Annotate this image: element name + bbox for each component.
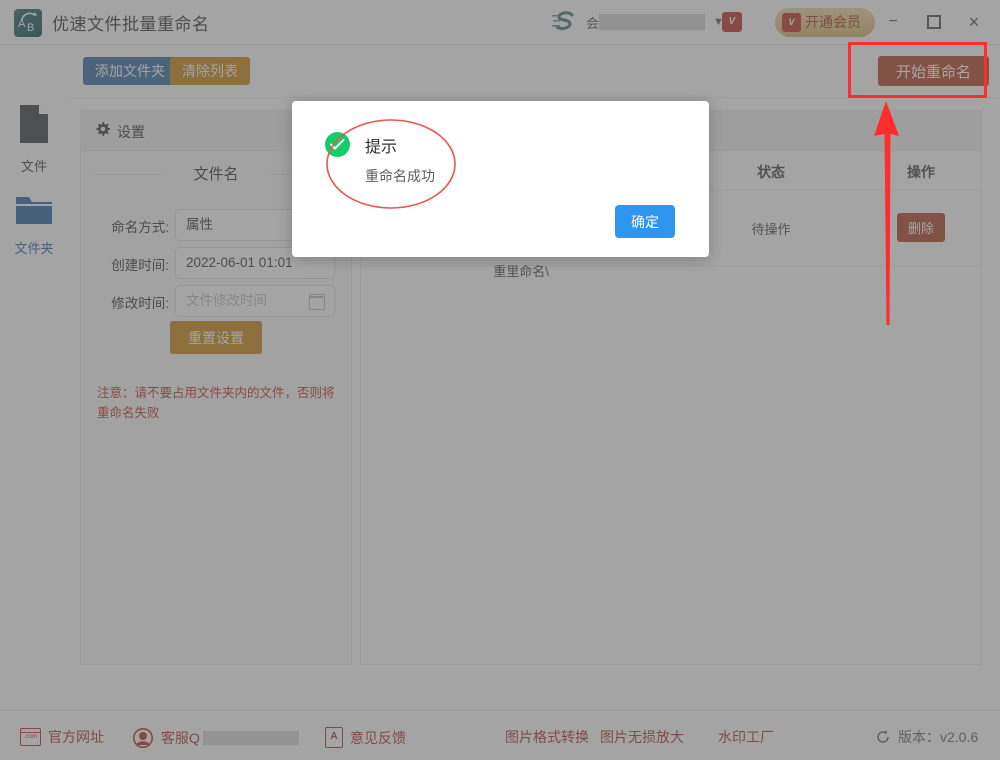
version-info[interactable]: 版本：v2.0.6 — [875, 727, 978, 747]
headset-icon — [133, 728, 153, 748]
settings-header-label: 设置 — [117, 124, 145, 140]
bottom-bar: .com 官方网址 客服Q A 意见反馈 图片格式转换 图片无损放大 水印工厂 … — [0, 710, 1000, 760]
delete-row-button[interactable]: 删除 — [896, 213, 945, 242]
settings-warning-note: 注意：请不要占用文件夹内的文件，否则将重命名失败 — [97, 386, 335, 420]
add-folder-button[interactable]: 添加文件夹 — [83, 57, 177, 85]
version-label: 版本：v2.0.6 — [898, 729, 979, 745]
feedback-label: 意见反馈 — [350, 729, 406, 746]
sidebar-item-folders-label: 文件夹 — [14, 241, 54, 256]
file-icon — [20, 105, 48, 143]
link-image-upscale[interactable]: 图片无损放大 — [600, 727, 684, 747]
open-vip-button[interactable]: V 开通会员 — [775, 8, 875, 37]
app-logo-icon: A B — [14, 9, 42, 37]
brand-s-logo-icon — [552, 11, 574, 30]
vip-badge-icon: V — [722, 12, 742, 32]
sidebar: 文件 文件夹 — [0, 45, 68, 710]
maximize-button[interactable] — [922, 10, 946, 34]
account-label: 会 — [586, 15, 600, 31]
feedback-link[interactable]: A 意见反馈 — [325, 727, 406, 748]
message-dialog: 提示 重命名成功 确定 — [292, 101, 709, 257]
reset-settings-button[interactable]: 重置设置 — [170, 321, 262, 354]
website-icon: .com — [20, 728, 41, 746]
link-image-format-convert[interactable]: 图片格式转换 — [505, 727, 589, 747]
close-button[interactable]: × — [962, 10, 986, 34]
sidebar-item-files-label: 文件 — [20, 159, 47, 174]
open-vip-label: 开通会员 — [805, 14, 861, 30]
gear-icon — [96, 122, 110, 136]
icon-letter-a: A — [18, 18, 26, 30]
maximize-icon — [927, 15, 941, 29]
dialog-confirm-button[interactable]: 确定 — [615, 205, 675, 238]
refresh-icon — [877, 730, 889, 743]
pdf-icon: A — [325, 727, 343, 748]
customer-service-label: 客服Q — [161, 730, 200, 746]
icon-letter-b: B — [27, 22, 35, 34]
folder-icon — [16, 197, 52, 224]
row-action-cell: 删除 — [861, 213, 981, 242]
customer-service-link[interactable]: 客服Q — [132, 727, 299, 749]
dialog-message: 重命名成功 — [365, 168, 435, 184]
success-check-icon — [325, 132, 350, 157]
title-bar: A B 优速文件批量重命名 会 ▼ V V 开通会员 − × — [0, 0, 1000, 45]
minimize-button[interactable]: − — [881, 10, 905, 34]
link-watermark-factory[interactable]: 水印工厂 — [718, 727, 774, 747]
field-modify-time-label: 修改时间: — [111, 296, 169, 311]
column-header-action: 操作 — [907, 164, 935, 180]
app-title: 优速文件批量重命名 — [52, 15, 210, 34]
official-site-link[interactable]: .com 官方网址 — [20, 727, 104, 747]
modify-time-input[interactable]: 文件修改时间 — [175, 285, 335, 317]
application-window: A B 优速文件批量重命名 会 ▼ V V 开通会员 − × 文件 文件夹 添加… — [0, 0, 1000, 760]
account-selector[interactable]: 会 ▼ — [586, 12, 724, 32]
field-naming-method-label: 命名方式: — [111, 220, 169, 235]
account-name-redacted — [599, 14, 706, 30]
dialog-title: 提示 — [365, 139, 398, 156]
calendar-icon — [308, 294, 325, 310]
toolbar: 添加文件夹 清除列表 开始重命名 — [68, 45, 1000, 98]
qq-number-redacted — [202, 731, 299, 745]
field-modify-time: 修改时间: 文件修改时间 — [81, 285, 351, 317]
sidebar-item-files[interactable]: 文件 — [0, 103, 68, 175]
vip-chip-icon: V — [782, 13, 801, 32]
clear-list-button[interactable]: 清除列表 — [170, 57, 250, 85]
sidebar-item-folders[interactable]: 文件夹 — [0, 193, 68, 257]
field-create-time-label: 创建时间: — [111, 258, 169, 273]
start-rename-button[interactable]: 开始重命名 — [878, 56, 990, 86]
official-site-label: 官方网址 — [48, 729, 104, 745]
